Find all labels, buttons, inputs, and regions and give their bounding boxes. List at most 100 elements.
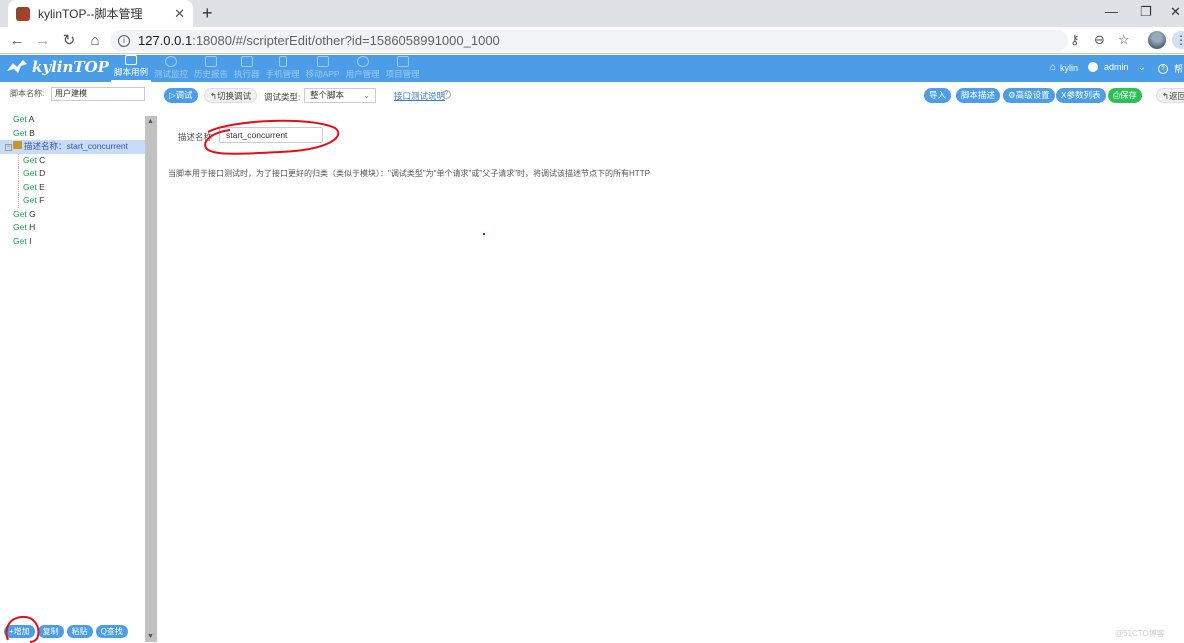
tree-request-node[interactable]: Get D xyxy=(18,167,145,181)
user-menu[interactable]: admin xyxy=(1088,62,1129,72)
request-path: B xyxy=(29,127,35,138)
zoom-icon[interactable]: ⊖ xyxy=(1094,32,1105,48)
app-icon xyxy=(316,56,329,67)
tree-actions: +增加 复制 粘贴 Q查找 xyxy=(4,625,131,638)
collapse-icon[interactable]: − xyxy=(5,144,12,151)
request-path: H xyxy=(29,222,36,232)
api-test-help-link[interactable]: 接口测试说明 xyxy=(394,90,445,102)
save-button[interactable]: ⎙保存 xyxy=(1108,88,1142,103)
nav-label: 手机管理 xyxy=(265,69,300,79)
profile-avatar[interactable] xyxy=(1148,31,1166,49)
stray-red-mark xyxy=(483,233,485,235)
key-icon[interactable]: ⚷ xyxy=(1070,32,1080,48)
http-method: Get xyxy=(23,181,37,192)
http-method: Get xyxy=(23,154,37,165)
advanced-settings-button[interactable]: ⚙高级设置 xyxy=(1003,88,1055,103)
http-method: Get xyxy=(13,114,27,124)
tree-request-node[interactable]: Get A xyxy=(0,113,145,127)
http-method: Get xyxy=(13,235,27,246)
debug-type-label: 调试类型: xyxy=(264,92,301,102)
desc-name-input[interactable]: start_concurrent xyxy=(219,127,323,143)
question-icon[interactable]: ? xyxy=(442,90,451,99)
add-node-button[interactable]: +增加 xyxy=(4,625,35,638)
watermark: @51CTO博客 xyxy=(1115,629,1165,638)
nav-label: 测试监控 xyxy=(154,69,189,79)
reload-icon[interactable]: ↻ xyxy=(56,31,82,49)
request-path: E xyxy=(39,181,45,192)
home-icon: ⌂ xyxy=(1050,62,1057,73)
nav-project-manage[interactable]: 项目管理 xyxy=(383,55,423,82)
param-list-button[interactable]: X参数列表 xyxy=(1056,88,1106,103)
sitemap-icon xyxy=(396,56,409,67)
nav-label: 历史报告 xyxy=(194,69,229,79)
browser-menu-icon[interactable]: ⋮ xyxy=(1172,31,1184,49)
report-icon xyxy=(205,56,218,67)
http-method: Get xyxy=(13,208,27,219)
play-circle-icon xyxy=(165,56,178,67)
save-icon: ⎙ xyxy=(1113,90,1120,100)
minimize-icon[interactable]: — xyxy=(1105,4,1118,19)
new-tab-button[interactable]: + xyxy=(202,3,213,24)
browser-tab[interactable]: kylinTOP--脚本管理 ✕ xyxy=(8,0,193,27)
tree-node-label: 描述名称：start_concurrent xyxy=(24,141,128,151)
back-button[interactable]: ↰返回 xyxy=(1156,88,1184,103)
address-bar-row: ← → ↻ ⌂ i 127.0.0.1 :18080/#/scripterEdi… xyxy=(0,27,1184,54)
tree-request-node[interactable]: Get G xyxy=(0,208,145,222)
node-editor: 描述名称 start_concurrent 当脚本用于接口测试时，为了接口更好的… xyxy=(157,110,1184,643)
paste-node-button[interactable]: 粘贴 xyxy=(66,625,93,638)
site-favicon-icon xyxy=(16,6,30,21)
user-dropdown-icon[interactable]: ⌄ xyxy=(1138,62,1146,73)
switch-debug-button[interactable]: ↰切换调试 xyxy=(204,88,258,103)
app-logo: kylinTOP xyxy=(6,58,109,76)
help-link[interactable]: ? 帮 xyxy=(1158,62,1183,75)
help-label: 帮 xyxy=(1174,64,1184,74)
scroll-down-icon[interactable]: ▼ xyxy=(147,633,154,640)
debug-type-select[interactable]: 整个脚本 ⌄ xyxy=(304,88,376,103)
chevron-down-icon: ⌄ xyxy=(363,91,370,100)
nav-history-report[interactable]: 历史报告 xyxy=(191,55,231,82)
user-icon xyxy=(356,56,369,67)
window-close-icon[interactable]: ✕ xyxy=(1170,4,1181,20)
tree-request-node[interactable]: Get H xyxy=(0,221,145,235)
request-path: D xyxy=(39,168,46,178)
script-name-input[interactable]: 用户建模 xyxy=(51,87,145,101)
site-info-icon[interactable]: i xyxy=(118,34,130,47)
nav-test-monitor[interactable]: 测试监控 xyxy=(151,55,191,82)
editor-toolbar: ▷调试 ↰切换调试 调试类型: 整个脚本 ⌄ 接口测试说明 ? 导入 脚本描述 … xyxy=(157,82,1184,110)
main-nav: 脚本用例 测试监控 历史报告 执行器 手机管理 移动APP 用户管理 项目管理 xyxy=(111,55,423,82)
debug-button[interactable]: ▷调试 xyxy=(164,88,198,103)
maximize-icon[interactable]: ❐ xyxy=(1140,4,1152,20)
nav-user-manage[interactable]: 用户管理 xyxy=(343,55,383,82)
tree-request-node[interactable]: Get C xyxy=(18,153,145,167)
nav-phone-manage[interactable]: 手机管理 xyxy=(263,55,303,82)
kylin-logo-icon xyxy=(7,60,27,73)
forward-arrow-icon[interactable]: → xyxy=(30,32,56,49)
http-method: Get xyxy=(23,195,37,205)
scroll-up-icon[interactable]: ▲ xyxy=(147,118,154,125)
pencil-icon xyxy=(125,55,137,65)
home-icon[interactable]: ⌂ xyxy=(82,32,108,49)
tree-scrollbar[interactable]: ▲ ▼ xyxy=(145,116,157,642)
request-tree: Get A Get B − 描述名称：start_concurrent Get C Get… xyxy=(0,113,145,248)
nav-executor[interactable]: 执行器 xyxy=(231,55,263,82)
bookmark-star-icon[interactable]: ☆ xyxy=(1118,32,1130,48)
nav-mobile-app[interactable]: 移动APP xyxy=(303,55,343,82)
tree-request-node[interactable]: Get F xyxy=(18,194,145,208)
find-node-button[interactable]: Q查找 xyxy=(95,625,128,638)
project-name: kylin xyxy=(1060,62,1079,73)
node-hint-text: 当脚本用于接口测试时，为了接口更好的归类（类似于模块）："调试类型"为"单个请求… xyxy=(168,169,650,178)
back-arrow-icon[interactable]: ← xyxy=(4,32,30,49)
tree-request-node[interactable]: Get E xyxy=(18,180,145,194)
tree-group-node[interactable]: − 描述名称：start_concurrent xyxy=(0,140,145,154)
tree-request-node[interactable]: Get B xyxy=(0,127,145,141)
monitor-icon xyxy=(240,56,253,67)
script-desc-button[interactable]: 脚本描述 xyxy=(956,88,1001,103)
tab-close-icon[interactable]: ✕ xyxy=(174,6,185,22)
tree-request-node[interactable]: Get I xyxy=(0,235,145,249)
url-field[interactable]: i 127.0.0.1 :18080/#/scripterEdit/other?… xyxy=(110,30,1068,51)
import-button[interactable]: 导入 xyxy=(924,88,952,103)
project-switch[interactable]: ⌂ kylin xyxy=(1050,62,1078,73)
nav-script-cases[interactable]: 脚本用例 xyxy=(111,55,152,82)
copy-node-button[interactable]: 复制 xyxy=(37,625,64,638)
script-tree-panel: 脚本名称: 用户建模 Get A Get B − 描述名称：start_concurr… xyxy=(0,82,157,643)
